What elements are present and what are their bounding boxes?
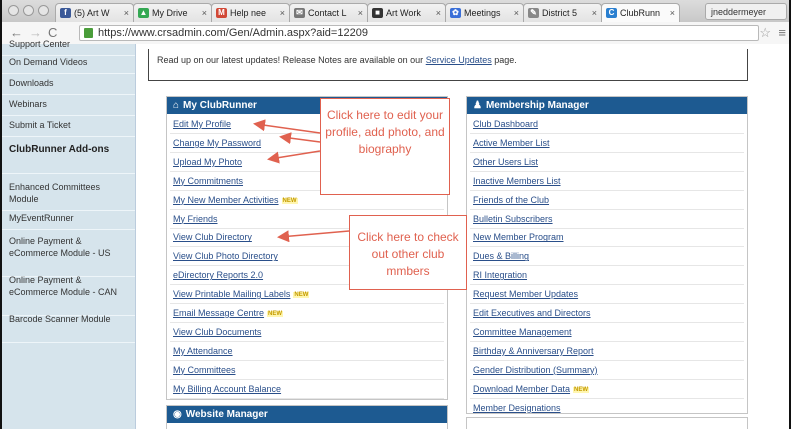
arrow-to-upload-photo — [267, 150, 321, 164]
arrow-to-change-password — [279, 132, 321, 145]
arrow-to-club-directory — [277, 230, 350, 243]
callout-arrows — [253, 119, 350, 243]
arrow-to-edit-profile — [253, 119, 321, 134]
